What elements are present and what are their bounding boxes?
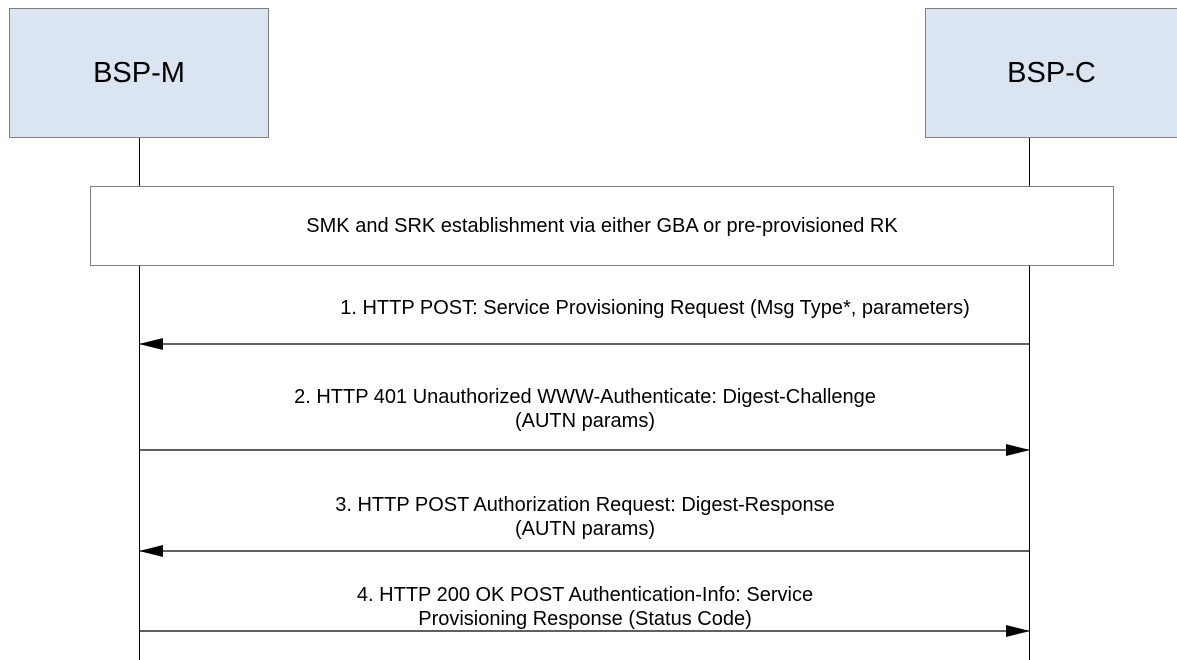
- message-arrows: [139, 338, 1030, 637]
